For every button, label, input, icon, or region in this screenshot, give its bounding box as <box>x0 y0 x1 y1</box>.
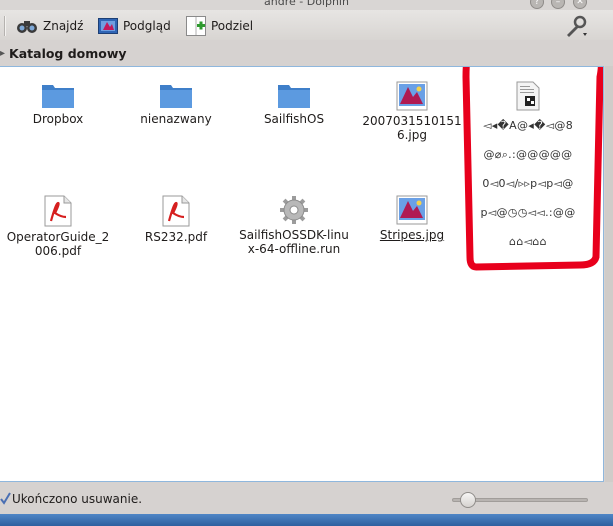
pdf-icon <box>162 195 190 227</box>
garbled-line: ◅◂�A@◂�◅@8 <box>482 119 574 132</box>
garbled-line: @⌀⌕.:@@@@@ <box>483 148 573 161</box>
file-name: 20070315101516.jpg <box>362 114 462 142</box>
document-icon <box>516 81 540 111</box>
scrollbar[interactable] <box>605 66 613 482</box>
file-item[interactable]: 20070315101516.jpg <box>357 81 467 142</box>
find-label: Znajdź <box>43 19 84 33</box>
image-icon <box>396 81 428 111</box>
split-label: Podziel <box>211 19 254 33</box>
status-message: Ukończono usuwanie. <box>12 492 143 506</box>
toolbar: Znajdź Podgląd Podziel <box>0 10 613 40</box>
window-title: andre - Dolphin <box>264 0 349 8</box>
file-item[interactable]: Dropbox <box>3 81 113 126</box>
folder-icon <box>42 85 74 108</box>
chevron-right-icon: ▸ <box>0 47 6 59</box>
file-name: Dropbox <box>32 112 84 126</box>
zoom-slider-handle[interactable] <box>460 492 476 508</box>
preview-label: Podgląd <box>123 19 171 33</box>
file-name: OperatorGuide_2006.pdf <box>6 230 110 258</box>
file-item[interactable]: nienazwany <box>121 81 231 126</box>
toolbar-separator <box>4 16 6 36</box>
title-bar: andre - Dolphin ? – ✕ <box>0 0 613 10</box>
binoculars-icon <box>17 21 37 33</box>
folder-icon <box>278 85 310 108</box>
preview-button[interactable]: Podgląd <box>98 14 171 38</box>
file-item[interactable]: Stripes.jpg <box>357 195 467 242</box>
file-item[interactable]: SailfishOSSDK-linux-64-offline.run <box>239 195 349 256</box>
file-name: RS232.pdf <box>144 230 208 244</box>
file-item[interactable]: SailfishOS <box>239 81 349 126</box>
wrench-icon <box>567 15 587 37</box>
file-view[interactable]: Dropbox nienazwany SailfishOS 2007031510… <box>0 66 604 482</box>
image-icon <box>396 195 428 225</box>
file-name: nienazwany <box>140 112 212 126</box>
breadcrumb[interactable]: ▸ Katalog domowy <box>0 42 613 64</box>
garbled-line: ⌂⌂◅⌂⌂ <box>509 235 547 248</box>
file-name: Stripes.jpg <box>379 228 445 242</box>
garbled-line: 0◅0◅∕▹▹p◅p◅@ <box>482 177 574 190</box>
file-name: SailfishOS <box>263 112 325 126</box>
file-name: SailfishOSSDK-linux-64-offline.run <box>239 228 349 256</box>
status-bar: Ukończono usuwanie. <box>0 486 613 512</box>
preview-icon <box>98 18 118 34</box>
folder-icon <box>160 85 192 108</box>
file-item[interactable]: RS232.pdf <box>121 195 231 244</box>
garbled-file-item[interactable]: ◅◂�A@◂�◅@8 @⌀⌕.:@@@@@ 0◅0◅∕▹▹p◅p◅@ p◅@◷◷… <box>458 71 598 261</box>
checkmark-icon <box>0 492 11 505</box>
split-button[interactable]: Podziel <box>186 14 253 38</box>
location-label: Katalog domowy <box>9 45 127 61</box>
file-item[interactable]: OperatorGuide_2006.pdf <box>3 195 113 258</box>
configure-button[interactable] <box>563 15 589 39</box>
taskbar <box>0 514 613 526</box>
garbled-line: p◅@◷◷◅◅.:@@ <box>480 206 576 219</box>
find-button[interactable]: Znajdź <box>16 14 83 38</box>
pdf-icon <box>44 195 72 227</box>
gear-icon <box>280 196 308 224</box>
split-view-icon <box>186 16 206 36</box>
